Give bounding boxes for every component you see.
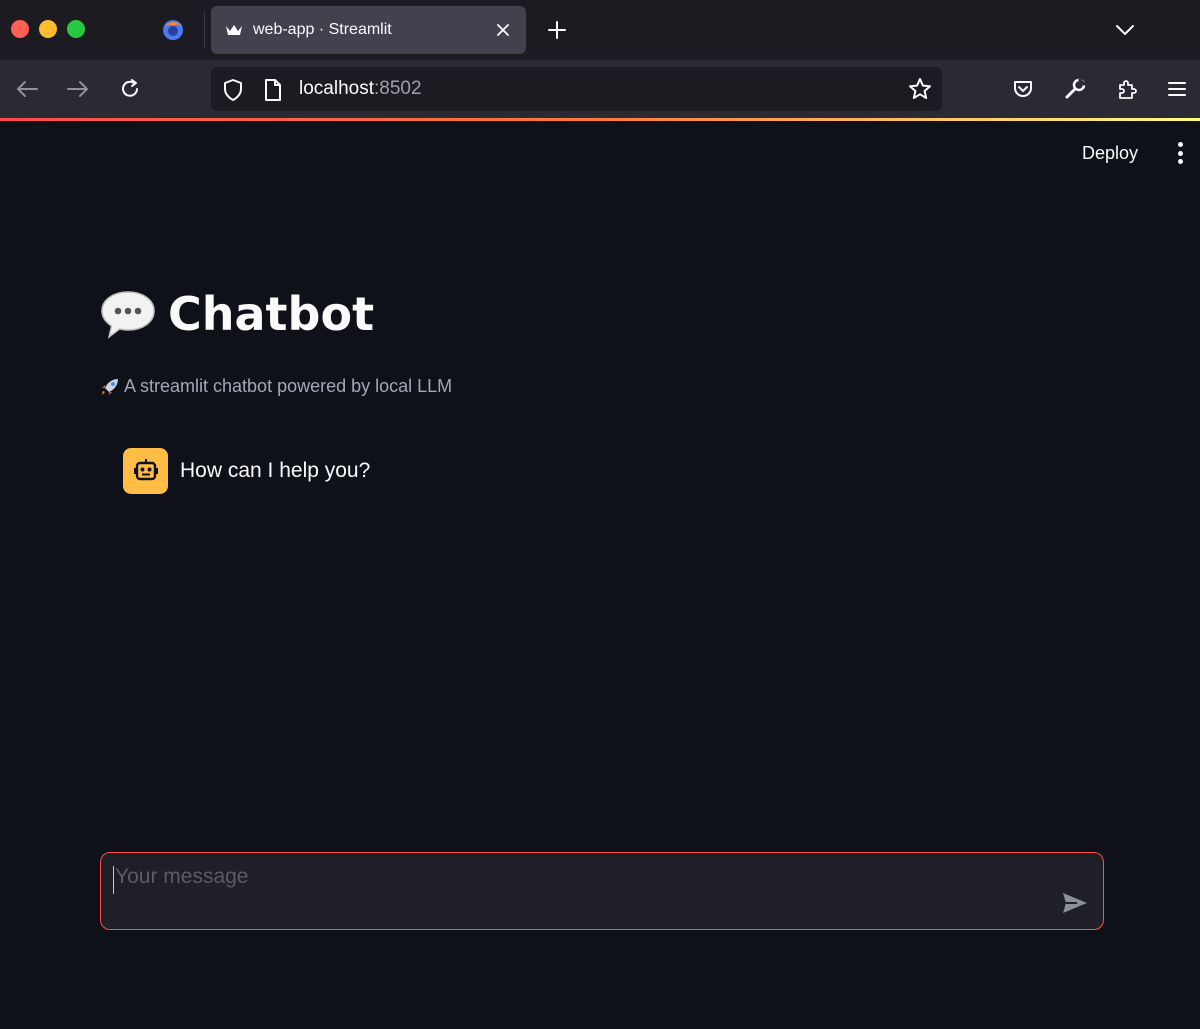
- hamburger-menu-icon[interactable]: [1162, 74, 1192, 104]
- url-port: :8502: [374, 78, 422, 99]
- chat-input-container[interactable]: [100, 852, 1104, 930]
- tab-divider: [204, 12, 205, 48]
- url-text: localhost:8502: [299, 78, 422, 100]
- message-text: How can I help you?: [180, 459, 371, 482]
- forward-arrow-icon[interactable]: [63, 74, 93, 104]
- shield-icon[interactable]: [221, 78, 245, 102]
- pocket-icon[interactable]: [1008, 74, 1038, 104]
- reload-icon[interactable]: [115, 74, 145, 104]
- deploy-button[interactable]: Deploy: [1070, 137, 1150, 169]
- new-tab-plus-icon[interactable]: [542, 15, 572, 45]
- send-button[interactable]: [1059, 889, 1091, 917]
- main-menu-kebab-icon[interactable]: [1168, 139, 1192, 167]
- extensions-puzzle-icon[interactable]: [1112, 74, 1142, 104]
- page-icon: [265, 79, 281, 101]
- send-arrow-icon: [1063, 893, 1087, 913]
- bookmark-star-icon[interactable]: [908, 77, 932, 101]
- chat-message-input[interactable]: [113, 863, 1033, 913]
- window-minimize-button[interactable]: [39, 20, 57, 38]
- firefox-view-tab[interactable]: [150, 8, 196, 52]
- chat-message-assistant: How can I help you?: [123, 448, 370, 494]
- assistant-avatar: [123, 448, 168, 494]
- robot-icon: [133, 459, 158, 481]
- url-bar[interactable]: localhost:8502: [211, 67, 942, 111]
- tab-title: web-app · Streamlit: [253, 21, 392, 38]
- streamlit-crown-icon: [225, 21, 243, 39]
- url-host: localhost: [299, 78, 374, 99]
- caption-row: A streamlit chatbot powered by local LLM: [100, 376, 452, 397]
- title-row: Chatbot: [100, 287, 374, 341]
- list-all-tabs-chevron-icon[interactable]: [1110, 15, 1140, 45]
- wrench-icon[interactable]: [1060, 74, 1090, 104]
- page-caption: A streamlit chatbot powered by local LLM: [124, 376, 453, 396]
- window-close-button[interactable]: [11, 20, 29, 38]
- firefox-icon: [163, 20, 183, 40]
- browser-nav-bar: localhost:8502: [0, 60, 1200, 118]
- browser-tab-bar: web-app · Streamlit: [0, 0, 1200, 60]
- page-title: Chatbot: [168, 287, 375, 341]
- active-tab[interactable]: web-app · Streamlit: [211, 6, 526, 54]
- speech-balloon-icon: [101, 291, 155, 339]
- window-zoom-button[interactable]: [67, 20, 85, 38]
- rocket-icon: [102, 378, 118, 395]
- back-arrow-icon[interactable]: [12, 74, 42, 104]
- streamlit-app: Deploy Chatbot A streamlit chatbot power…: [0, 121, 1200, 1029]
- tab-close-icon[interactable]: [492, 19, 514, 41]
